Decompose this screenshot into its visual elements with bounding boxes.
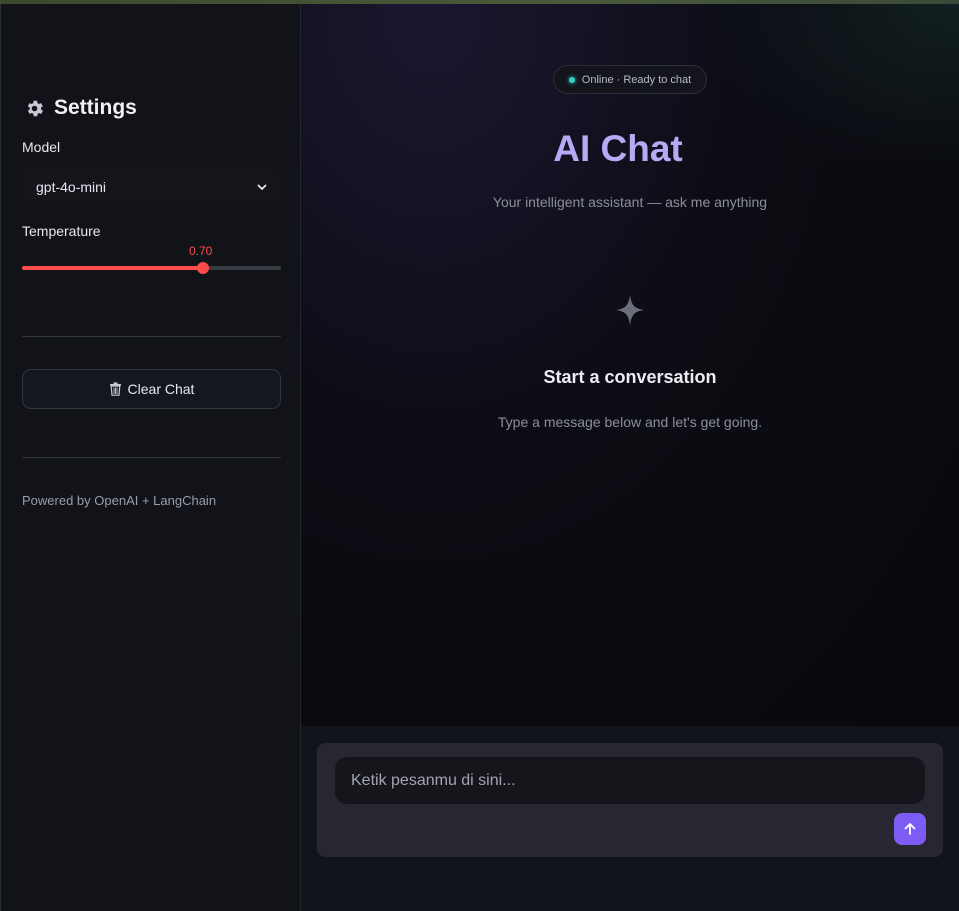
model-select-value: gpt-4o-mini [36, 179, 107, 195]
temperature-label: Temperature [22, 223, 101, 239]
status-text: Online · Ready to chat [581, 73, 692, 86]
page-title: AI Chat [553, 128, 683, 169]
empty-state-subtitle: Type a message below and let's get going… [497, 414, 763, 430]
sidebar-title-label: Settings [54, 96, 137, 119]
clear-chat-button[interactable]: Clear Chat [22, 369, 281, 409]
sidebar-divider [22, 336, 281, 337]
chat-input-bar: Ketik pesanmu di sini... [301, 726, 959, 911]
chevron-down-icon [257, 184, 267, 190]
chat-main-area: Online · Ready to chat AI Chat Your inte… [301, 4, 959, 726]
clear-chat-label: Clear Chat [127, 381, 195, 397]
temperature-slider[interactable] [22, 262, 281, 274]
arrow-up-icon [904, 823, 916, 835]
empty-state-title: Start a conversation [543, 367, 717, 387]
chat-message-input[interactable]: Ketik pesanmu di sini... [335, 757, 925, 804]
gear-icon [27, 100, 43, 116]
model-select[interactable]: gpt-4o-mini [22, 168, 280, 206]
sparkle-icon [616, 295, 644, 325]
sidebar-divider [22, 457, 281, 458]
powered-by-text: Powered by OpenAI + LangChain [22, 493, 217, 508]
chat-input-container: Ketik pesanmu di sini... [317, 743, 943, 857]
status-badge: Online · Ready to chat [553, 65, 707, 94]
temperature-slider-thumb[interactable] [197, 262, 210, 274]
sidebar: Settings Model gpt-4o-mini Temperature 0… [0, 4, 301, 911]
model-label: Model [22, 139, 61, 155]
page-subtitle: Your intelligent assistant — ask me anyt… [492, 194, 768, 210]
temperature-value: 0.70 [189, 244, 213, 258]
trash-icon [109, 382, 121, 396]
send-button[interactable] [894, 813, 926, 845]
sidebar-title: Settings [24, 96, 137, 120]
status-dot-icon [568, 76, 575, 83]
temperature-slider-fill [22, 266, 204, 270]
